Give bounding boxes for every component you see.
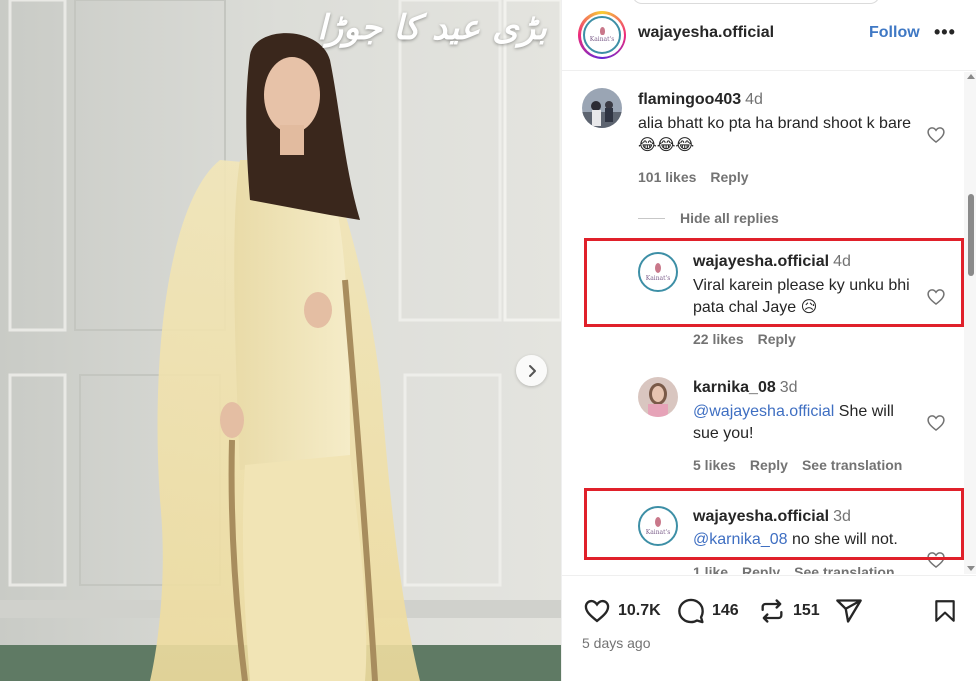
comment-likes[interactable]: 1 like	[693, 564, 728, 574]
comment-time: 3d	[779, 379, 798, 396]
commenter-avatar[interactable]	[582, 88, 622, 128]
reply-item: karnika_08 3d @wajayesha.official She wil…	[562, 362, 965, 482]
heart-icon[interactable]	[926, 413, 946, 433]
comment-username[interactable]: karnika_08 3d	[693, 379, 798, 397]
highlight-box	[584, 238, 964, 327]
more-options-icon[interactable]: •••	[934, 22, 956, 43]
share-button[interactable]	[834, 597, 864, 625]
comment-count: 146	[712, 602, 739, 619]
comments-scrollbar[interactable]	[964, 72, 976, 574]
brand-logo: Kainat's	[583, 16, 621, 54]
reply-button[interactable]: Reply	[758, 331, 796, 347]
reply-button[interactable]: Reply	[742, 564, 780, 574]
comment-username[interactable]: flamingoo403 4d	[638, 91, 763, 109]
post-media: بڑی عید کا جوڑا	[0, 0, 561, 681]
bookmark-icon	[935, 600, 955, 622]
comment-likes[interactable]: 5 likes	[693, 457, 736, 473]
post-side-panel: Kainat's wajayesha.official Follow ••• f…	[561, 0, 976, 681]
repost-button[interactable]: 151	[757, 597, 820, 625]
comments-list[interactable]: flamingoo403 4d alia bhatt ko pta ha bran…	[562, 72, 965, 574]
highlight-box	[584, 488, 964, 560]
media-caption: بڑی عید کا جوڑا	[317, 8, 547, 48]
repost-icon	[761, 599, 783, 623]
brand-logo-text: Kainat's	[589, 36, 615, 43]
comment-bubble-icon	[678, 598, 704, 624]
comment-text: @wajayesha.official She will sue you!	[693, 403, 894, 442]
comment-likes[interactable]: 101 likes	[638, 169, 696, 185]
comment-likes[interactable]: 22 likes	[693, 331, 744, 347]
divider-line	[638, 217, 665, 219]
author-avatar[interactable]: Kainat's	[578, 11, 626, 59]
heart-icon[interactable]	[926, 125, 946, 145]
commenter-avatar[interactable]	[638, 377, 678, 417]
follow-button[interactable]: Follow	[869, 24, 920, 42]
chevron-right-icon	[528, 364, 536, 377]
post-actions-bar: 10.7K 146 151 5 days ago	[562, 575, 976, 681]
author-username[interactable]: wajayesha.official	[638, 24, 774, 42]
see-translation-button[interactable]: See translation	[794, 564, 894, 574]
save-button[interactable]	[932, 597, 958, 625]
post-timestamp: 5 days ago	[582, 635, 651, 651]
repost-count: 151	[793, 602, 820, 619]
reply-button[interactable]: Reply	[750, 457, 788, 473]
hide-replies-button[interactable]: Hide all replies	[638, 210, 779, 226]
scrollbar-thumb[interactable]	[968, 194, 974, 276]
like-count: 10.7K	[618, 602, 661, 619]
heart-icon	[584, 599, 610, 623]
send-icon	[836, 599, 862, 623]
comment-time: 4d	[745, 91, 763, 108]
comment-button[interactable]: 146	[676, 597, 739, 625]
next-media-button[interactable]	[516, 355, 547, 386]
scroll-down-icon[interactable]	[967, 566, 975, 571]
like-button[interactable]: 10.7K	[582, 597, 661, 625]
see-translation-button[interactable]: See translation	[802, 457, 902, 473]
post-photo	[0, 0, 561, 681]
post-header: Kainat's wajayesha.official Follow •••	[562, 0, 976, 71]
reply-button[interactable]: Reply	[710, 169, 748, 185]
mention-link[interactable]: @wajayesha.official	[693, 403, 834, 420]
comment-item: flamingoo403 4d alia bhatt ko pta ha bran…	[562, 72, 965, 192]
comment-text: alia bhatt ko pta ha brand shoot k bare😂…	[638, 115, 912, 154]
scroll-up-icon[interactable]	[967, 74, 975, 79]
